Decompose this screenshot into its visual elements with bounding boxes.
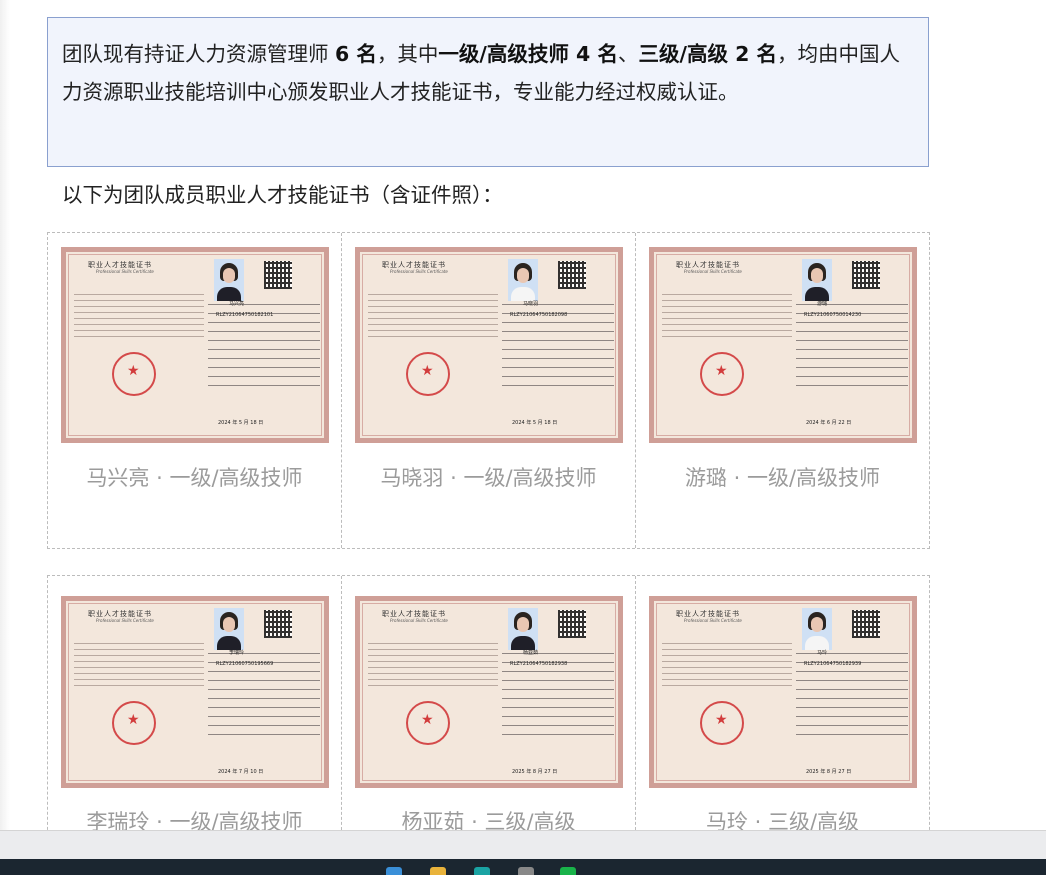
official-seal-icon: ★: [112, 352, 156, 396]
id-photo: [508, 608, 538, 650]
intro-text-3: 、: [617, 42, 639, 66]
certificate-issue-date: 2024 年 6 月 22 日: [806, 420, 852, 426]
certificate-caption: 马兴亮 · 一级/高级技师: [86, 466, 303, 490]
intro-text-2: ，其中: [376, 42, 439, 66]
qr-code-icon: [852, 610, 880, 638]
certificate-issue-date: 2025 年 8 月 27 日: [512, 769, 558, 775]
qr-code-icon: [558, 610, 586, 638]
certificate-issue-date: 2024 年 5 月 18 日: [218, 420, 264, 426]
certificate-text-lines: [74, 294, 204, 342]
certificate-holder-name: 马兴亮: [229, 301, 245, 307]
certificate-holder-name: 李瑞玲: [229, 650, 245, 656]
qr-code-icon: [264, 261, 292, 289]
certificate-text-lines: [368, 643, 498, 691]
certificate-number: RLZY21064750182101: [216, 312, 274, 318]
id-photo: [214, 608, 244, 650]
taskbar: [0, 830, 1046, 875]
official-seal-icon: ★: [700, 352, 744, 396]
certificate-card: 职业人才技能证书 Professional Skills Certificate…: [48, 576, 342, 845]
certificate-image[interactable]: 职业人才技能证书 Professional Skills Certificate…: [61, 596, 329, 788]
intro-senior-count: 一级/高级技师 4 名: [438, 42, 618, 66]
certificate-issue-date: 2024 年 7 月 10 日: [218, 769, 264, 775]
certificate-issue-date: 2025 年 8 月 27 日: [806, 769, 852, 775]
certificate-holder-name: 马玲: [817, 650, 828, 656]
official-seal-icon: ★: [700, 701, 744, 745]
certificate-text-lines: [662, 643, 792, 691]
certificate-text-lines: [368, 294, 498, 342]
official-seal-icon: ★: [406, 701, 450, 745]
official-seal-icon: ★: [112, 701, 156, 745]
certificate-holder-name: 杨亚茹: [523, 650, 539, 656]
certificate-text-lines: [74, 643, 204, 691]
certificate-subtitle: Professional Skills Certificate: [390, 618, 448, 623]
certificate-number: RLZY21064750182098: [510, 312, 568, 318]
certificate-subtitle: Professional Skills Certificate: [684, 269, 742, 274]
qr-code-icon: [852, 261, 880, 289]
certificate-number: RLZY21064750182939: [804, 661, 862, 667]
certificate-image[interactable]: 职业人才技能证书 Professional Skills Certificate…: [355, 596, 623, 788]
certificate-card: 职业人才技能证书 Professional Skills Certificate…: [636, 576, 929, 845]
certificate-number: RLZY21060750014230: [804, 312, 862, 318]
certificate-subtitle: Professional Skills Certificate: [390, 269, 448, 274]
certificate-grid-row-2: 职业人才技能证书 Professional Skills Certificate…: [47, 575, 930, 845]
certificate-card: 职业人才技能证书 Professional Skills Certificate…: [48, 233, 342, 548]
official-seal-icon: ★: [406, 352, 450, 396]
certificate-grid-row-1: 职业人才技能证书 Professional Skills Certificate…: [47, 232, 930, 549]
certificate-text-lines: [662, 294, 792, 342]
certificate-number: RLZY21060750195669: [216, 661, 274, 667]
certificate-subtitle: Professional Skills Certificate: [96, 269, 154, 274]
intro-callout: 团队现有持证人力资源管理师 6 名，其中一级/高级技师 4 名、三级/高级 2 …: [47, 17, 929, 167]
certificate-subtitle: Professional Skills Certificate: [684, 618, 742, 623]
certificate-holder-name: 马晓羽: [523, 301, 539, 307]
certificate-holder-name: 游璐: [817, 301, 828, 307]
id-photo: [802, 608, 832, 650]
id-photo: [214, 259, 244, 301]
certificates-heading: 以下为团队成员职业人才技能证书（含证件照）：: [62, 183, 503, 207]
qr-code-icon: [558, 261, 586, 289]
certificate-issue-date: 2024 年 5 月 18 日: [512, 420, 558, 426]
certificate-image[interactable]: 职业人才技能证书 Professional Skills Certificate…: [61, 247, 329, 443]
intro-text-1: 团队现有持证人力资源管理师: [62, 42, 336, 66]
id-photo: [508, 259, 538, 301]
certificate-caption: 游璐 · 一级/高级技师: [684, 466, 881, 490]
window-edge-shadow: [0, 0, 10, 830]
certificate-image[interactable]: 职业人才技能证书 Professional Skills Certificate…: [355, 247, 623, 443]
certificate-caption: 马晓羽 · 一级/高级技师: [380, 466, 597, 490]
intro-level3-count: 三级/高级 2 名: [638, 42, 777, 66]
id-photo: [802, 259, 832, 301]
certificate-subtitle: Professional Skills Certificate: [96, 618, 154, 623]
certificate-number: RLZY21064750182938: [510, 661, 568, 667]
certificate-image[interactable]: 职业人才技能证书 Professional Skills Certificate…: [649, 596, 917, 788]
certificate-image[interactable]: 职业人才技能证书 Professional Skills Certificate…: [649, 247, 917, 443]
certificate-card: 职业人才技能证书 Professional Skills Certificate…: [342, 233, 636, 548]
certificate-card: 职业人才技能证书 Professional Skills Certificate…: [636, 233, 929, 548]
intro-total-count: 6 名: [335, 42, 377, 66]
qr-code-icon: [264, 610, 292, 638]
certificate-card: 职业人才技能证书 Professional Skills Certificate…: [342, 576, 636, 845]
